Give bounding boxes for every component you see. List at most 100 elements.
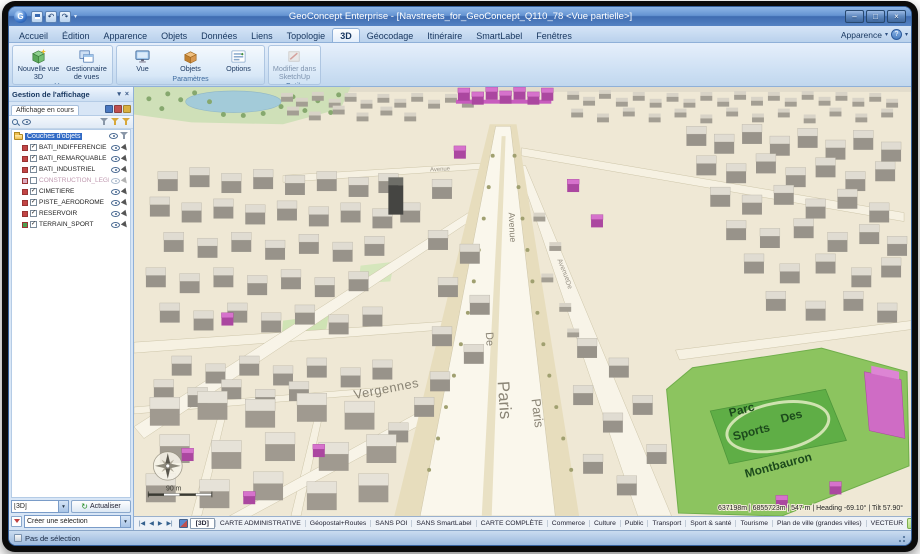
ribbon-tab-liens[interactable]: Liens (244, 29, 280, 42)
help-icon[interactable]: ? (891, 29, 902, 40)
layer-row[interactable]: CONSTRUCTION_LEGERE (12, 175, 130, 186)
select-cursor-icon[interactable] (121, 154, 129, 162)
ribbon-tab-objets[interactable]: Objets (154, 29, 194, 42)
panel-close-icon[interactable]: × (124, 91, 130, 98)
minimize-button[interactable]: – (845, 10, 864, 23)
undo-icon[interactable]: ↶ (45, 11, 57, 23)
title-bar[interactable]: G ↶ ↷ ▾ GeoConcept Enterprise - [Navstre… (9, 7, 911, 26)
nav-first-button[interactable]: |◀ (137, 520, 147, 527)
nav-next-button[interactable]: ▶ (156, 520, 165, 527)
chevron-down-icon[interactable]: ▾ (885, 31, 888, 38)
filter-funnel-icon[interactable] (120, 132, 128, 140)
panel-menu-icon[interactable]: ▾ (116, 90, 122, 98)
view-tab[interactable]: CARTE COMPLÈTE (476, 520, 547, 527)
layer-row[interactable]: ✓ CIMETIERE (12, 186, 130, 197)
redo-icon[interactable]: ↷ (59, 11, 71, 23)
ribbon-tab-3d[interactable]: 3D (332, 28, 360, 42)
visibility-eye-icon[interactable] (111, 167, 120, 173)
layer-checkbox[interactable]: ✓ (30, 144, 37, 151)
layer-checkbox[interactable]: ✓ (30, 199, 37, 206)
view-tab[interactable]: SANS SmartLabel (411, 520, 475, 527)
selection-tool-icon[interactable] (11, 516, 22, 527)
layer-row[interactable]: ✓ BATI_INDUSTRIEL (12, 164, 130, 175)
view-tab[interactable]: Transport (647, 520, 685, 527)
vue-button[interactable]: Vue (119, 47, 166, 74)
select-cursor-icon[interactable] (121, 176, 129, 184)
ribbon-tab-apparence[interactable]: Apparence (97, 29, 155, 42)
select-cursor-icon[interactable] (121, 198, 129, 206)
layer-checkbox[interactable]: ✓ (30, 166, 37, 173)
nav-prev-button[interactable]: ◀ (147, 520, 156, 527)
views-manager-button[interactable]: Gestionnaire de vues (63, 47, 110, 82)
maximize-button[interactable]: □ (866, 10, 885, 23)
ribbon-tab-donnees[interactable]: Données (194, 29, 244, 42)
layer-row[interactable]: ✓ BATI_INDIFFERENCIE (12, 142, 130, 153)
view-tab[interactable]: VECTEUR (866, 520, 907, 527)
new-3d-view-button[interactable]: Nouvelle vue 3D (15, 47, 62, 82)
layer-checkbox[interactable]: ✓ (30, 210, 37, 217)
visibility-eye-icon[interactable] (111, 200, 120, 206)
nav-last-button[interactable]: ▶| (164, 520, 174, 527)
view-selector[interactable]: [3D] ▾ (11, 500, 69, 513)
resize-grip[interactable] (896, 533, 906, 543)
ribbon-tab-fenetres[interactable]: Fenêtres (529, 29, 579, 42)
layer-row[interactable]: ✓ PISTE_AERODROME (12, 197, 130, 208)
select-cursor-icon[interactable] (121, 143, 129, 151)
map-view-icon[interactable] (105, 105, 113, 113)
edit-in-sketchup-button[interactable]: Modifier dans SketchUp (271, 47, 318, 82)
search-icon[interactable] (12, 119, 18, 125)
filter-funnel-icon[interactable] (100, 118, 108, 126)
view-tab[interactable]: CARTE ADMINISTRATIVE (215, 520, 305, 527)
compass-rose[interactable] (153, 452, 182, 480)
map-3d-viewport[interactable]: Avenue De Paris Paris Avenue De Avenue V… (134, 87, 911, 516)
visibility-eye-icon[interactable] (22, 119, 31, 125)
view-tab[interactable]: Public (620, 520, 648, 527)
layer-checkbox[interactable] (30, 177, 37, 184)
ribbon-tab-edition[interactable]: Édition (55, 29, 97, 42)
layers-root-row[interactable]: Couches d'objets (12, 130, 130, 142)
visibility-eye-icon[interactable] (111, 178, 120, 184)
layer-row[interactable]: ✓ BATI_REMARQUABLE (12, 153, 130, 164)
refresh-button[interactable]: ↻ Actualiser (71, 500, 131, 513)
layer-row[interactable]: ✓ RESERVOIR (12, 208, 130, 219)
objets-button[interactable]: Objets (167, 47, 214, 74)
apparence-menu[interactable]: Apparence (841, 30, 882, 40)
layer-checkbox[interactable]: ✓ (30, 221, 37, 228)
tab-current-display[interactable]: Affichage en cours (11, 105, 79, 115)
view-tab[interactable]: Culture (589, 520, 620, 527)
visibility-eye-icon[interactable] (111, 222, 120, 228)
ribbon-tab-topologie[interactable]: Topologie (280, 29, 333, 42)
view-tab[interactable]: SANS POI (370, 520, 411, 527)
ribbon-tab-accueil[interactable]: Accueil (12, 29, 55, 42)
layer-checkbox[interactable]: ✓ (30, 155, 37, 162)
view-tab[interactable]: Sport & santé (685, 520, 735, 527)
save-icon[interactable] (31, 11, 43, 23)
options-button[interactable]: Options (215, 47, 262, 74)
view-tab[interactable]: Commerce (547, 520, 589, 527)
view-tab[interactable]: Géopostal+Routes (305, 520, 371, 527)
layers-view-icon[interactable] (114, 105, 122, 113)
view-tab[interactable]: Tourisme (735, 520, 772, 527)
close-button[interactable]: × (887, 10, 906, 23)
selection-combo[interactable]: Créer une sélection ▾ (24, 515, 131, 528)
geoconcept-logo-icon[interactable]: G (14, 10, 27, 23)
ribbon-tab-smartlabel[interactable]: SmartLabel (469, 29, 529, 42)
legend-view-icon[interactable] (123, 105, 131, 113)
filter-funnel-icon[interactable] (111, 118, 119, 126)
select-cursor-icon[interactable] (121, 220, 129, 228)
select-cursor-icon[interactable] (121, 187, 129, 195)
filter-funnel-icon[interactable] (122, 118, 130, 126)
select-cursor-icon[interactable] (121, 165, 129, 173)
visibility-eye-icon[interactable] (109, 133, 118, 139)
ribbon-tab-itineraire[interactable]: Itinéraire (420, 29, 469, 42)
view-tab[interactable]: Plan de ville (grandes villes) (772, 520, 866, 527)
visibility-eye-icon[interactable] (111, 156, 120, 162)
chevron-down-icon[interactable]: ▾ (905, 31, 908, 38)
visibility-eye-icon[interactable] (111, 145, 120, 151)
visibility-eye-icon[interactable] (111, 211, 120, 217)
view-tab-3d[interactable]: [3D] (190, 518, 215, 529)
visibility-eye-icon[interactable] (111, 189, 120, 195)
layer-checkbox[interactable]: ✓ (30, 188, 37, 195)
layer-row[interactable]: ✓ TERRAIN_SPORT (12, 219, 130, 230)
ribbon-tab-geocodage[interactable]: Géocodage (360, 29, 421, 42)
